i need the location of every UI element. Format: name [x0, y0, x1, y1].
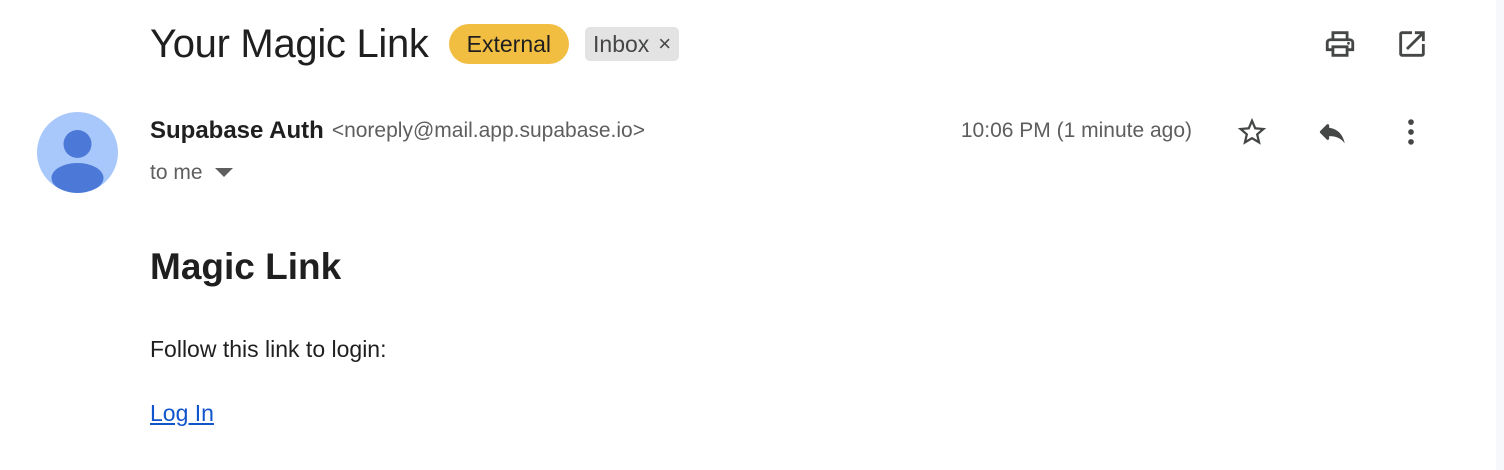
- email-subject: Your Magic Link: [150, 21, 429, 66]
- subject-row: Your Magic Link External Inbox ×: [150, 18, 680, 70]
- inbox-label[interactable]: Inbox ×: [585, 27, 680, 61]
- body-heading: Magic Link: [150, 246, 342, 287]
- body-text: Follow this link to login:: [150, 336, 387, 362]
- window-edge: [1496, 0, 1504, 470]
- login-link[interactable]: Log In: [150, 400, 214, 427]
- email-timestamp: 10:06 PM (1 minute ago): [960, 119, 1192, 142]
- sender-email: <noreply@mail.app.supabase.io>: [331, 119, 645, 142]
- default-avatar-icon: [37, 112, 118, 193]
- more-vertical-icon[interactable]: [1391, 112, 1431, 152]
- external-badge: External: [448, 24, 570, 64]
- print-icon[interactable]: [1320, 24, 1360, 64]
- inbox-label-text: Inbox: [593, 30, 650, 57]
- recipient-text: to me: [150, 161, 203, 184]
- sender-line: Supabase Auth <noreply@mail.app.supabase…: [150, 115, 645, 147]
- star-icon[interactable]: [1232, 112, 1272, 152]
- open-in-new-window-icon[interactable]: [1392, 24, 1432, 64]
- remove-label-icon[interactable]: ×: [658, 31, 671, 57]
- caret-down-icon[interactable]: [214, 168, 233, 178]
- reply-icon[interactable]: [1312, 112, 1352, 152]
- recipient-details-toggle[interactable]: to me: [150, 158, 233, 188]
- sender-name[interactable]: Supabase Auth: [150, 117, 324, 145]
